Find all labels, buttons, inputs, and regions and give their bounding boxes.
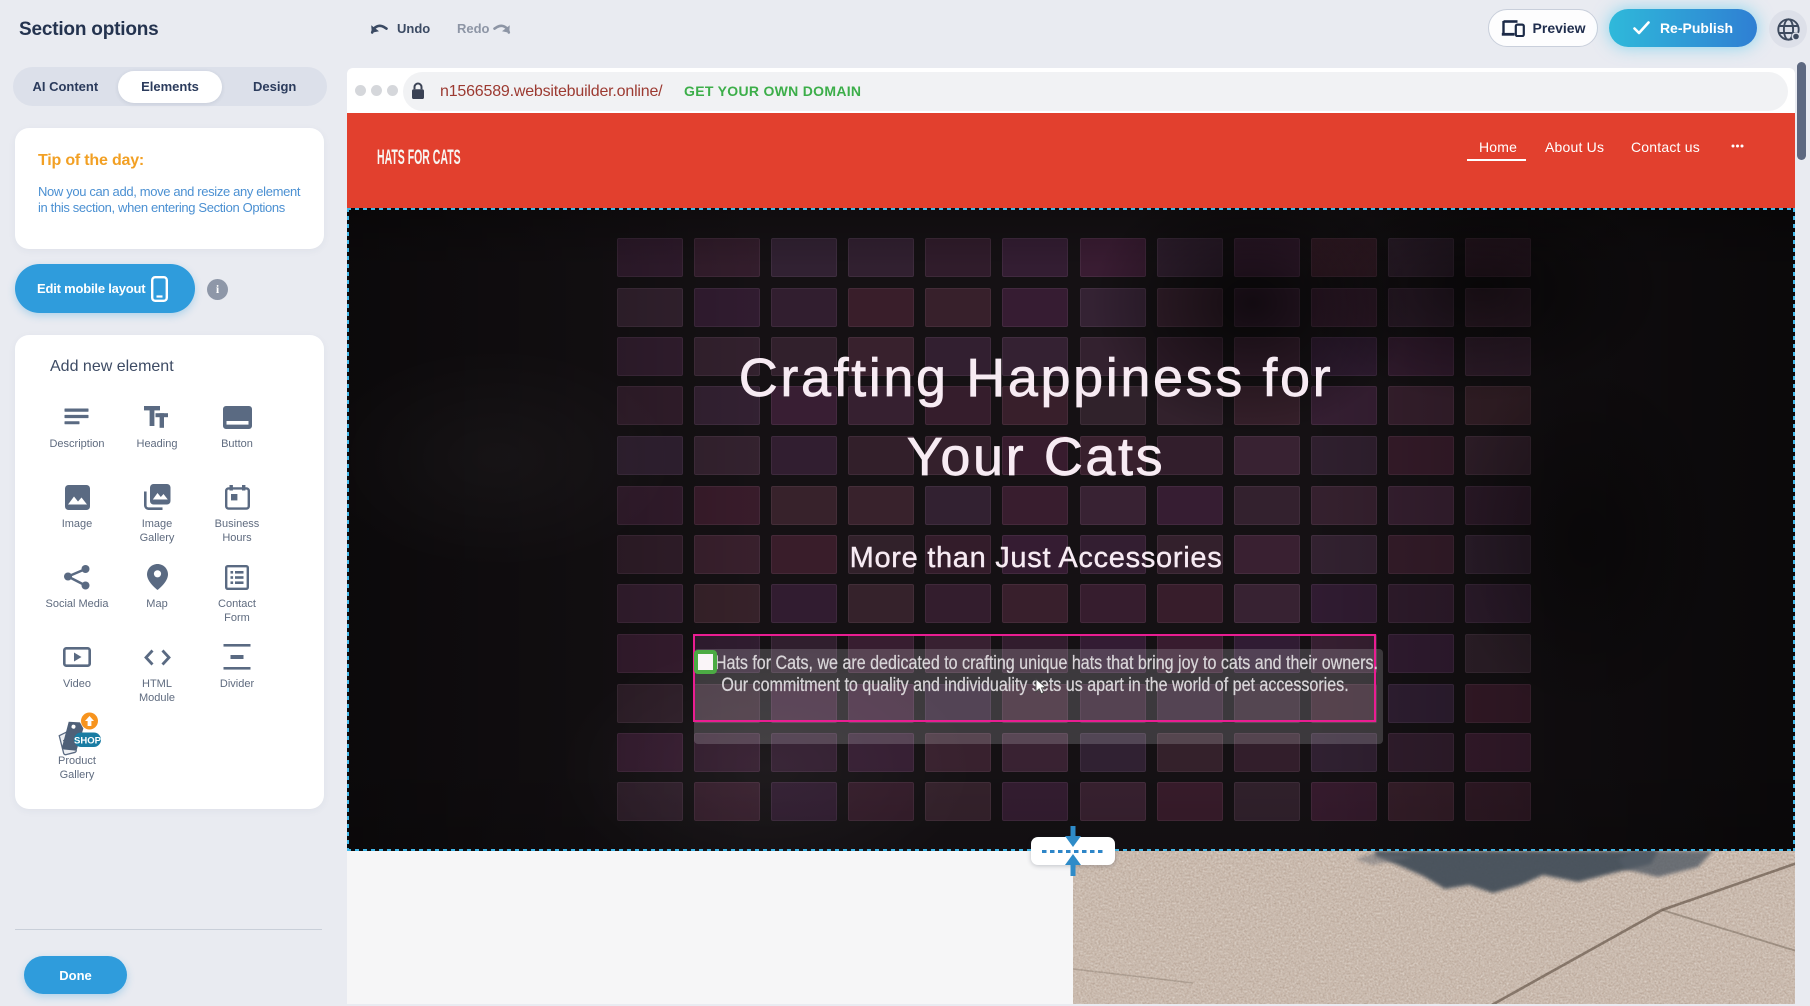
svg-text:SHOP: SHOP xyxy=(74,736,101,747)
